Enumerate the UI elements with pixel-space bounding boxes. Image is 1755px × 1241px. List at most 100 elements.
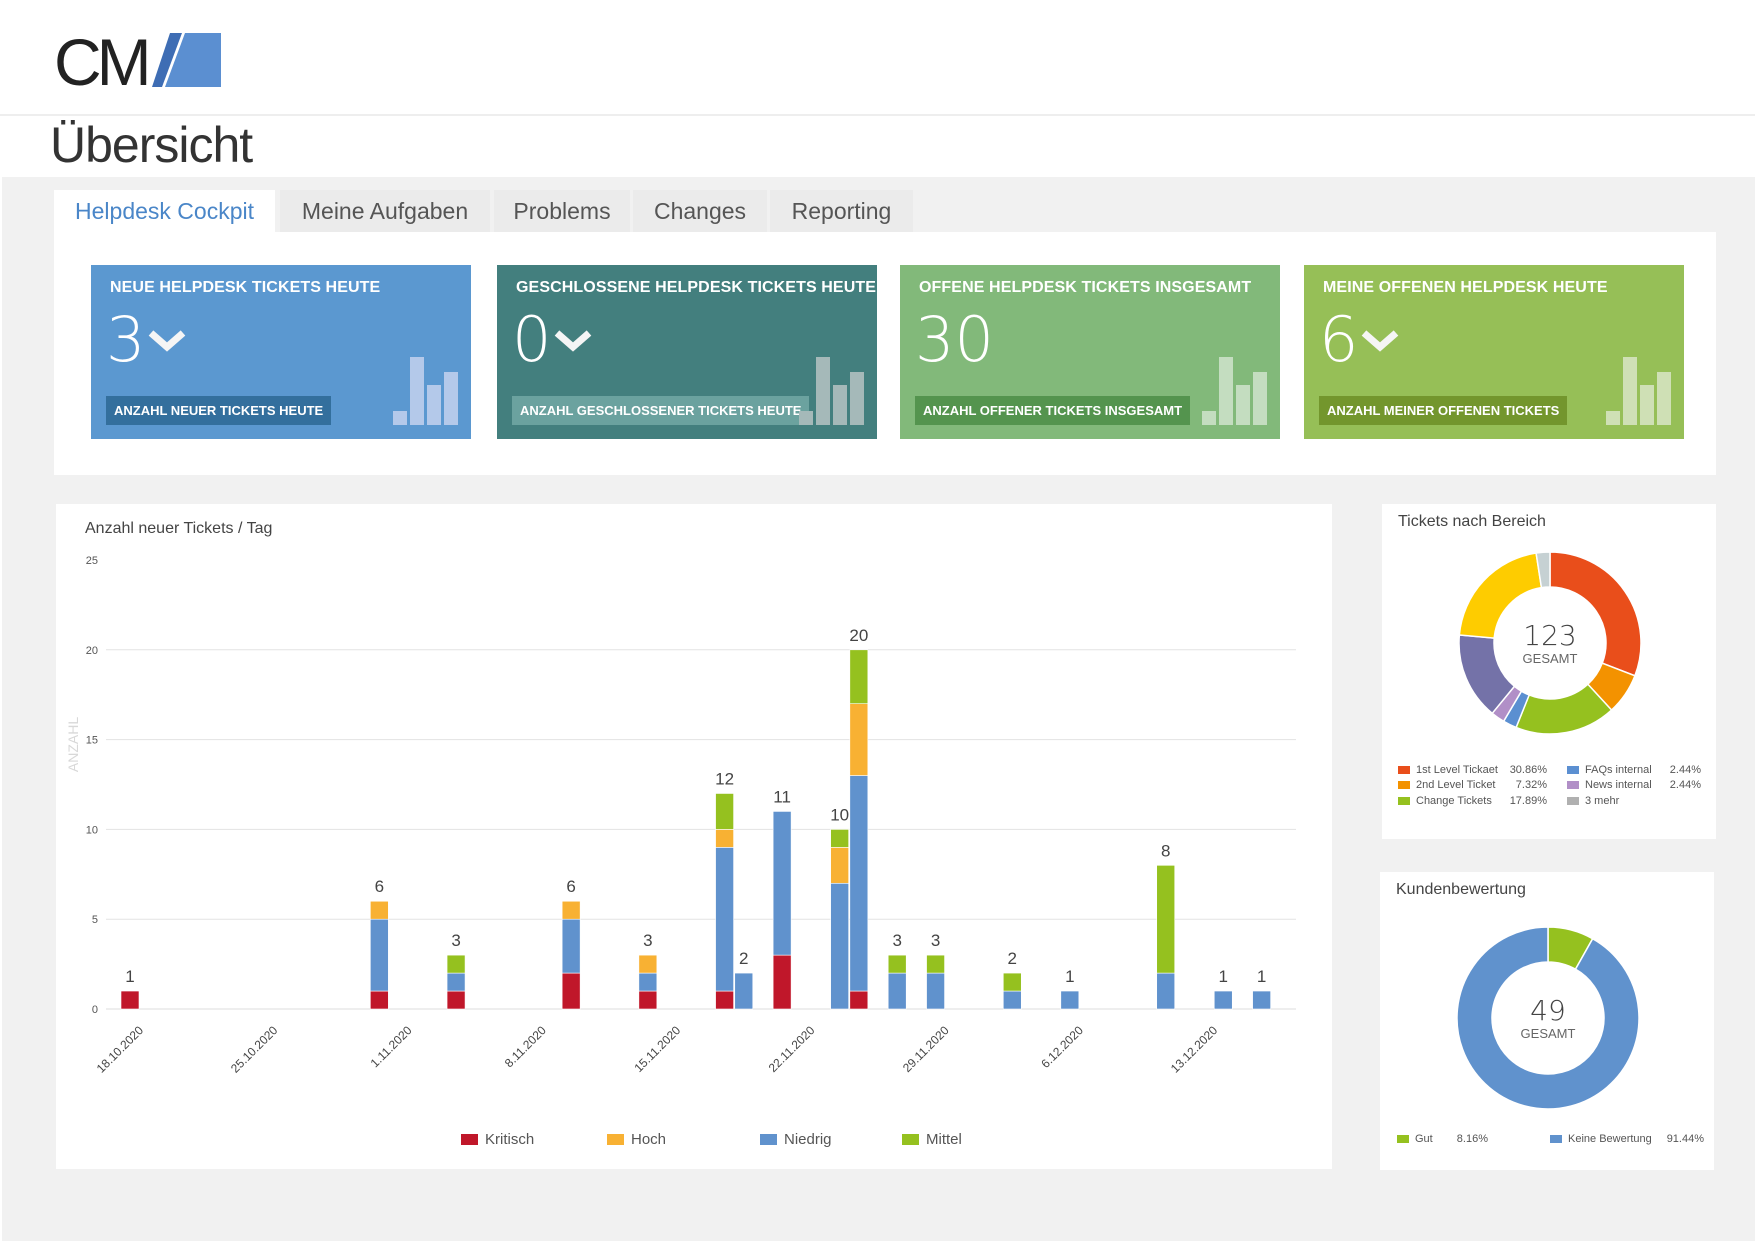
legend-swatch xyxy=(902,1134,919,1145)
x-tick-label: 13.12.2020 xyxy=(1168,1023,1221,1076)
y-tick-label: 15 xyxy=(86,735,98,747)
bar-stack[interactable]: 3 xyxy=(446,931,466,1010)
bar-segment-niedrig[interactable] xyxy=(561,918,581,974)
bar-segment-mittel[interactable] xyxy=(1002,972,1022,992)
bar-stack[interactable]: 3 xyxy=(926,931,945,1010)
bar-segment-hoch[interactable] xyxy=(715,829,734,848)
bar-total-label: 3 xyxy=(892,931,901,950)
bar-stack[interactable]: 11 xyxy=(772,787,792,1010)
bar-stack[interactable]: 1 xyxy=(1252,967,1271,1010)
bar-segment-hoch[interactable] xyxy=(830,847,849,884)
bar-stack[interactable]: 1 xyxy=(1060,967,1080,1010)
legend-swatch xyxy=(1550,1135,1562,1144)
bar-segment-niedrig[interactable] xyxy=(849,775,869,992)
donut-total-label: GESAMT xyxy=(1520,1026,1576,1041)
bar-total-label: 3 xyxy=(451,931,460,950)
donut-legend-item[interactable]: 2nd Level Ticket xyxy=(1398,779,1496,791)
bar-segment-hoch[interactable] xyxy=(561,900,581,920)
bar-segment-kritisch[interactable] xyxy=(370,990,389,1010)
legend-percent: 7.32% xyxy=(1515,779,1547,791)
y-tick-label: 20 xyxy=(86,645,98,657)
donut-legend-item[interactable]: Gut xyxy=(1397,1133,1433,1145)
bar-total-label: 1 xyxy=(1219,967,1228,986)
bar-segment-mittel[interactable] xyxy=(849,649,869,704)
bar-segment-kritisch[interactable] xyxy=(715,990,734,1010)
donut-legend-item[interactable]: Keine Bewertung xyxy=(1550,1133,1652,1145)
bar-segment-hoch[interactable] xyxy=(638,954,658,974)
legend-item[interactable]: Niedrig xyxy=(760,1131,832,1148)
bar-stack[interactable]: 20 xyxy=(849,626,869,1010)
donut-total: 123 xyxy=(1523,619,1577,652)
bar-stack[interactable]: 6 xyxy=(561,877,581,1010)
bar-segment-niedrig[interactable] xyxy=(734,972,754,1010)
bar-segment-niedrig[interactable] xyxy=(1156,972,1176,1010)
legend-swatch xyxy=(1567,781,1579,790)
donut-title: Tickets nach Bereich xyxy=(1398,513,1546,530)
legend-percent: 17.89% xyxy=(1509,795,1547,807)
bar-segment-mittel[interactable] xyxy=(446,954,466,974)
bar-segment-hoch[interactable] xyxy=(370,900,389,920)
bar-stack[interactable]: 6 xyxy=(370,877,389,1010)
bar-segment-niedrig[interactable] xyxy=(446,972,466,992)
bar-segment-kritisch[interactable] xyxy=(638,990,658,1010)
legend-label: 2nd Level Ticket xyxy=(1416,779,1496,791)
bar-stack[interactable]: 1 xyxy=(120,967,140,1010)
x-tick-label: 22.11.2020 xyxy=(766,1023,818,1075)
bar-stack[interactable]: 1 xyxy=(1213,967,1233,1010)
bar-stack[interactable]: 8 xyxy=(1156,841,1176,1010)
bar-segment-niedrig[interactable] xyxy=(887,972,907,1010)
bar-stack[interactable]: 10 xyxy=(830,805,849,1010)
legend-swatch xyxy=(1567,797,1579,806)
donut-legend-item[interactable]: FAQs internal xyxy=(1567,764,1652,776)
bar-stack[interactable]: 3 xyxy=(887,931,907,1010)
legend-item[interactable]: Hoch xyxy=(607,1131,666,1148)
legend-percent: 2.44% xyxy=(1669,764,1701,776)
bar-segment-mittel[interactable] xyxy=(830,829,849,848)
bar-total-label: 6 xyxy=(566,877,575,896)
bar-segment-mittel[interactable] xyxy=(926,954,945,974)
legend-label: 3 mehr xyxy=(1585,795,1620,807)
bar-total-label: 1 xyxy=(125,967,134,986)
donut-legend-more[interactable]: 3 mehr xyxy=(1567,795,1619,807)
y-tick-label: 25 xyxy=(86,555,98,567)
bar-segment-mittel[interactable] xyxy=(715,793,734,830)
bar-segment-kritisch[interactable] xyxy=(561,972,581,1010)
bar-segment-kritisch[interactable] xyxy=(120,990,140,1010)
bar-segment-niedrig[interactable] xyxy=(370,918,389,992)
bar-segment-mittel[interactable] xyxy=(887,954,907,974)
bar-segment-kritisch[interactable] xyxy=(849,990,869,1010)
x-tick-label: 18.10.2020 xyxy=(94,1023,147,1076)
legend-label: Gut xyxy=(1415,1133,1433,1145)
legend-percent: 2.44% xyxy=(1669,779,1701,791)
legend-swatch xyxy=(607,1134,624,1145)
bar-segment-niedrig[interactable] xyxy=(715,847,734,992)
legend-swatch xyxy=(461,1134,478,1145)
bar-segment-niedrig[interactable] xyxy=(638,972,658,992)
bar-stack[interactable]: 2 xyxy=(734,949,754,1010)
bar-segment-kritisch[interactable] xyxy=(446,990,466,1010)
bar-segment-mittel[interactable] xyxy=(1156,865,1176,974)
legend-swatch xyxy=(1398,781,1410,790)
bar-segment-hoch[interactable] xyxy=(849,703,869,776)
donut-legend-item[interactable]: News internal xyxy=(1567,779,1652,791)
bar-segment-niedrig[interactable] xyxy=(1060,990,1080,1010)
bar-segment-niedrig[interactable] xyxy=(1002,990,1022,1010)
legend-item[interactable]: Kritisch xyxy=(461,1131,534,1148)
legend-label: Kritisch xyxy=(485,1131,534,1148)
bar-total-label: 8 xyxy=(1161,841,1170,860)
legend-label: Mittel xyxy=(926,1131,962,1148)
bar-segment-niedrig[interactable] xyxy=(772,811,792,956)
y-tick-label: 5 xyxy=(92,914,98,926)
bar-segment-niedrig[interactable] xyxy=(926,972,945,1010)
bar-segment-niedrig[interactable] xyxy=(1252,990,1271,1010)
bar-segment-niedrig[interactable] xyxy=(1213,990,1233,1010)
y-axis-label: ANZAHL xyxy=(65,717,81,772)
bar-stack[interactable]: 12 xyxy=(715,769,734,1010)
legend-item[interactable]: Mittel xyxy=(902,1131,962,1148)
bar-stack[interactable]: 2 xyxy=(1002,949,1022,1010)
bar-stack[interactable]: 3 xyxy=(638,931,658,1010)
bar-segment-kritisch[interactable] xyxy=(772,954,792,1010)
donut-legend-item[interactable]: 1st Level Tickaet xyxy=(1398,764,1498,776)
donut-legend-item[interactable]: Change Tickets xyxy=(1398,795,1492,807)
bar-segment-niedrig[interactable] xyxy=(830,882,849,1010)
